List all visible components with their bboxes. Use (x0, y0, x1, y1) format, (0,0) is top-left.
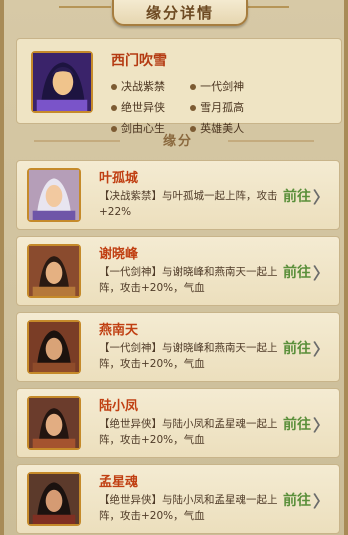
divider-right (228, 140, 314, 142)
goto-label: 前往 (282, 189, 311, 205)
portrait-icon (29, 170, 79, 220)
hero-tag: 一代剑神 (190, 78, 264, 96)
hero-tag: 决战紫禁 (111, 78, 185, 96)
goto-button[interactable]: 前往 〉 (283, 337, 329, 359)
goto-button[interactable]: 前往 〉 (283, 185, 329, 207)
goto-label: 前往 (282, 417, 311, 433)
goto-label: 前往 (282, 341, 311, 357)
bullet-icon (111, 105, 117, 111)
card-portrait (27, 244, 81, 298)
card-portrait (27, 168, 81, 222)
hero-tags: 决战紫禁 一代剑神 绝世异侠 雪月孤高 剑由心生 英雄美人 (111, 75, 341, 138)
portrait-icon (29, 322, 79, 372)
chevron-right-icon: 〉 (312, 264, 329, 283)
goto-label: 前往 (282, 493, 311, 509)
goto-button[interactable]: 前往 〉 (283, 413, 329, 435)
panel-frame: 缘分详情 西门吹雪 决战紫禁 一代剑神 绝世异侠 雪月孤高 剑由心生 英雄美人 … (0, 0, 348, 535)
bullet-icon (190, 84, 197, 90)
hero-name: 西门吹雪 (111, 53, 167, 69)
bullet-icon (190, 105, 197, 111)
fate-card: 谢晓峰 【一代剑神】与谢晓峰和燕南天一起上阵，攻击+20%，气血 前往 〉 (16, 236, 340, 306)
bullet-icon (111, 126, 117, 132)
chevron-right-icon: 〉 (312, 340, 329, 359)
fate-card: 叶孤城 【决战紫禁】与叶孤城一起上阵，攻击+22% 前往 〉 (16, 160, 340, 230)
goto-label: 前往 (282, 265, 311, 281)
hero-portrait-icon (33, 53, 91, 111)
card-description: 【一代剑神】与谢晓峰和燕南天一起上阵，攻击+20%，气血 (99, 342, 278, 370)
divider-left (34, 140, 120, 142)
fate-card: 陆小凤 【绝世异侠】与陆小凤和孟星魂一起上阵，攻击+20%，气血 前往 〉 (16, 388, 340, 458)
portrait-icon (29, 474, 79, 524)
chevron-right-icon: 〉 (312, 416, 329, 435)
card-description: 【决战紫禁】与叶孤城一起上阵，攻击+22% (99, 190, 278, 218)
card-name: 燕南天 (99, 323, 139, 338)
chevron-right-icon: 〉 (312, 188, 329, 207)
chevron-right-icon: 〉 (312, 492, 329, 511)
card-description: 【一代剑神】与谢晓峰和燕南天一起上阵，攻击+20%，气血 (99, 266, 278, 294)
fate-card: 孟星魂 【绝世异侠】与陆小凤和孟星魂一起上阵，攻击+20%，气血 前往 〉 (16, 464, 340, 534)
goto-button[interactable]: 前往 〉 (283, 489, 329, 511)
card-portrait (27, 472, 81, 526)
bullet-icon (111, 84, 117, 90)
hero-tag-label: 决战紫禁 (121, 80, 165, 93)
portrait-icon (29, 246, 79, 296)
fate-card: 燕南天 【一代剑神】与谢晓峰和燕南天一起上阵，攻击+20%，气血 前往 〉 (16, 312, 340, 382)
goto-button[interactable]: 前往 〉 (283, 261, 329, 283)
card-name: 叶孤城 (99, 171, 139, 186)
page-title: 缘分详情 (145, 3, 214, 22)
title-banner: 缘分详情 (112, 0, 248, 26)
portrait-icon (29, 398, 79, 448)
hero-tag: 绝世异侠 (111, 99, 185, 117)
card-name: 陆小凤 (99, 399, 139, 414)
card-description: 【绝世异侠】与陆小凤和孟星魂一起上阵，攻击+20%，气血 (99, 494, 278, 522)
hero-portrait (31, 51, 93, 113)
card-portrait (27, 396, 81, 450)
section-title: 缘分 (162, 134, 193, 149)
card-description: 【绝世异侠】与陆小凤和孟星魂一起上阵，攻击+20%，气血 (99, 418, 278, 446)
title-ornament-left (59, 6, 111, 18)
hero-tag-label: 雪月孤高 (200, 101, 245, 114)
hero-card: 西门吹雪 决战紫禁 一代剑神 绝世异侠 雪月孤高 剑由心生 英雄美人 (16, 38, 342, 135)
card-name: 孟星魂 (99, 475, 139, 490)
hero-tag-label: 绝世异侠 (121, 101, 165, 114)
card-portrait (27, 320, 81, 374)
hero-tag: 雪月孤高 (190, 99, 264, 117)
card-name: 谢晓峰 (99, 247, 139, 262)
hero-tag-label: 一代剑神 (200, 80, 245, 93)
